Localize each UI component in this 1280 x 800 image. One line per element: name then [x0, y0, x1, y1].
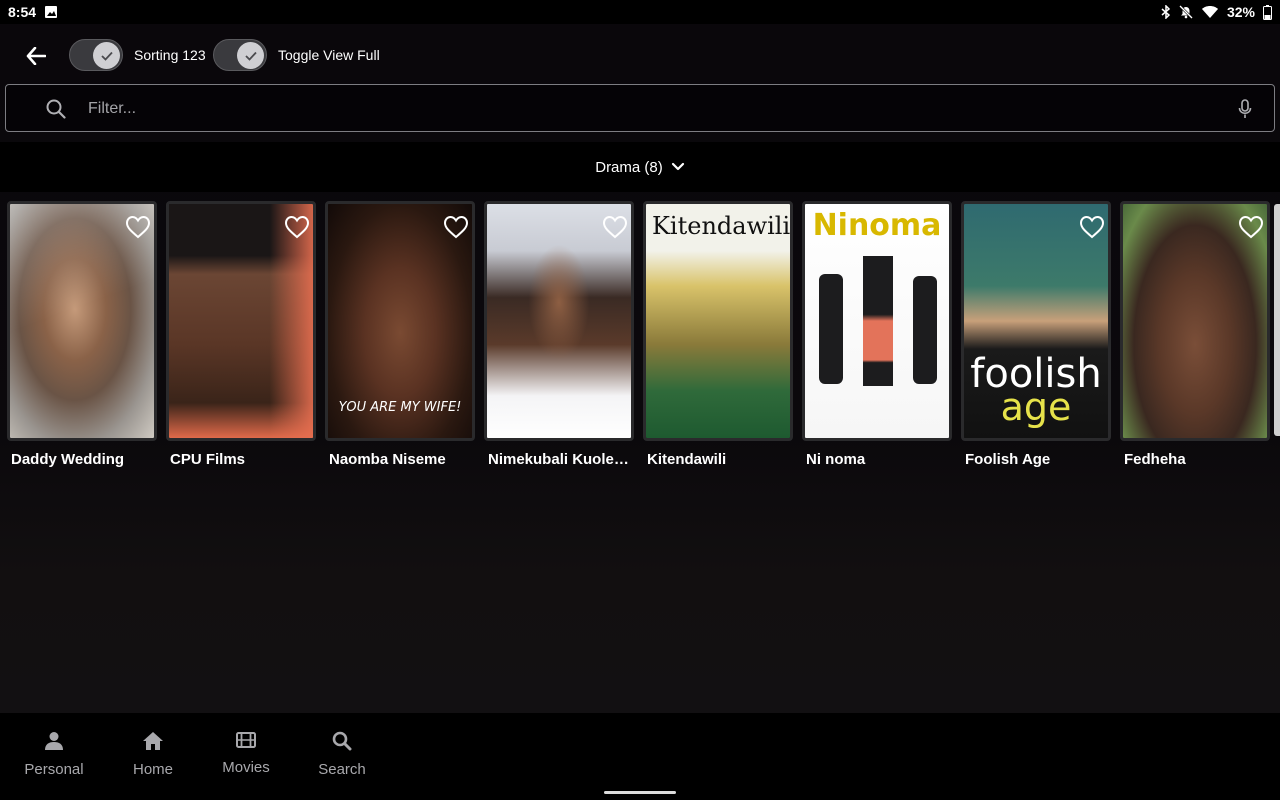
status-time: 8:54 — [8, 4, 37, 20]
nav-personal[interactable]: Personal — [24, 731, 84, 778]
nav-movies[interactable]: Movies — [222, 731, 270, 776]
sorting-toggle-label: Sorting 123 — [134, 47, 206, 63]
check-icon — [244, 51, 257, 61]
toggle-knob — [237, 42, 264, 69]
poster-caption: Ninoma — [812, 208, 942, 243]
nav-search[interactable]: Search — [318, 731, 366, 778]
nav-label: Search — [318, 761, 366, 778]
movie-title: Foolish Age — [965, 451, 1051, 468]
nav-label: Movies — [222, 759, 270, 776]
heart-icon[interactable] — [284, 215, 310, 239]
film-icon — [236, 732, 256, 748]
microphone-icon[interactable] — [1238, 99, 1252, 124]
bluetooth-icon — [1161, 5, 1171, 19]
movie-poster: Kitendawili — [643, 201, 793, 441]
poster-caption: age — [1000, 385, 1072, 429]
app-content: Sorting 123 Toggle View Full Drama (8) — [0, 24, 1280, 713]
battery-percent: 32% — [1226, 4, 1255, 20]
movie-title: CPU Films — [170, 451, 246, 468]
heart-icon[interactable] — [125, 215, 151, 239]
heart-icon[interactable] — [1238, 215, 1264, 239]
notifications-off-icon — [1179, 5, 1193, 19]
category-label: Drama (8) — [595, 158, 663, 176]
toggle-view-full[interactable] — [213, 39, 267, 71]
toggle-view-full-label: Toggle View Full — [278, 47, 380, 63]
wifi-icon — [1201, 5, 1219, 19]
nav-label: Home — [132, 761, 173, 778]
poster-figure — [819, 274, 843, 384]
poster-figure — [863, 256, 893, 386]
heart-icon[interactable] — [602, 215, 628, 239]
poster-figure — [913, 276, 937, 384]
heart-icon[interactable] — [443, 215, 469, 239]
poster-caption: Kitendawili — [652, 212, 791, 240]
nav-home[interactable]: Home — [132, 731, 174, 778]
movie-title: Daddy Wedding — [11, 451, 125, 468]
nav-label: Personal — [24, 761, 84, 778]
home-icon — [143, 732, 163, 750]
search-icon — [46, 99, 66, 124]
battery-icon — [1263, 4, 1272, 20]
status-bar: 8:54 32% — [0, 0, 1280, 24]
check-icon — [100, 51, 113, 61]
category-dropdown[interactable]: Drama (8) — [0, 142, 1280, 192]
toggle-knob — [93, 42, 120, 69]
chevron-down-icon — [671, 162, 684, 171]
heart-icon[interactable] — [1079, 215, 1105, 239]
next-card-peek — [1274, 204, 1280, 436]
movie-title: Naomba Niseme — [329, 451, 446, 468]
poster-caption: YOU ARE MY WIFE! — [338, 400, 462, 415]
bottom-navigation: Personal Home Movies Search — [0, 713, 1280, 800]
sorting-toggle[interactable] — [69, 39, 123, 71]
filter-input[interactable] — [88, 95, 1188, 123]
movie-title: Kitendawili — [647, 451, 727, 468]
movie-poster: Ninoma — [802, 201, 952, 441]
arrow-left-icon — [26, 47, 46, 65]
top-toolbar: Sorting 123 Toggle View Full — [0, 24, 1280, 84]
gesture-home-indicator[interactable] — [604, 791, 676, 794]
movie-row: Daddy Wedding CPU Films YOU ARE MY WIFE!… — [0, 201, 1280, 481]
movie-title: Fedheha — [1124, 451, 1186, 468]
movie-title: Ni noma — [806, 451, 866, 468]
person-icon — [45, 732, 63, 750]
search-icon — [332, 731, 352, 751]
image-notification-icon — [44, 5, 58, 19]
movie-title: Nimekubali Kuolewa — [488, 451, 630, 468]
filter-box — [5, 84, 1275, 132]
back-button[interactable] — [22, 42, 50, 70]
